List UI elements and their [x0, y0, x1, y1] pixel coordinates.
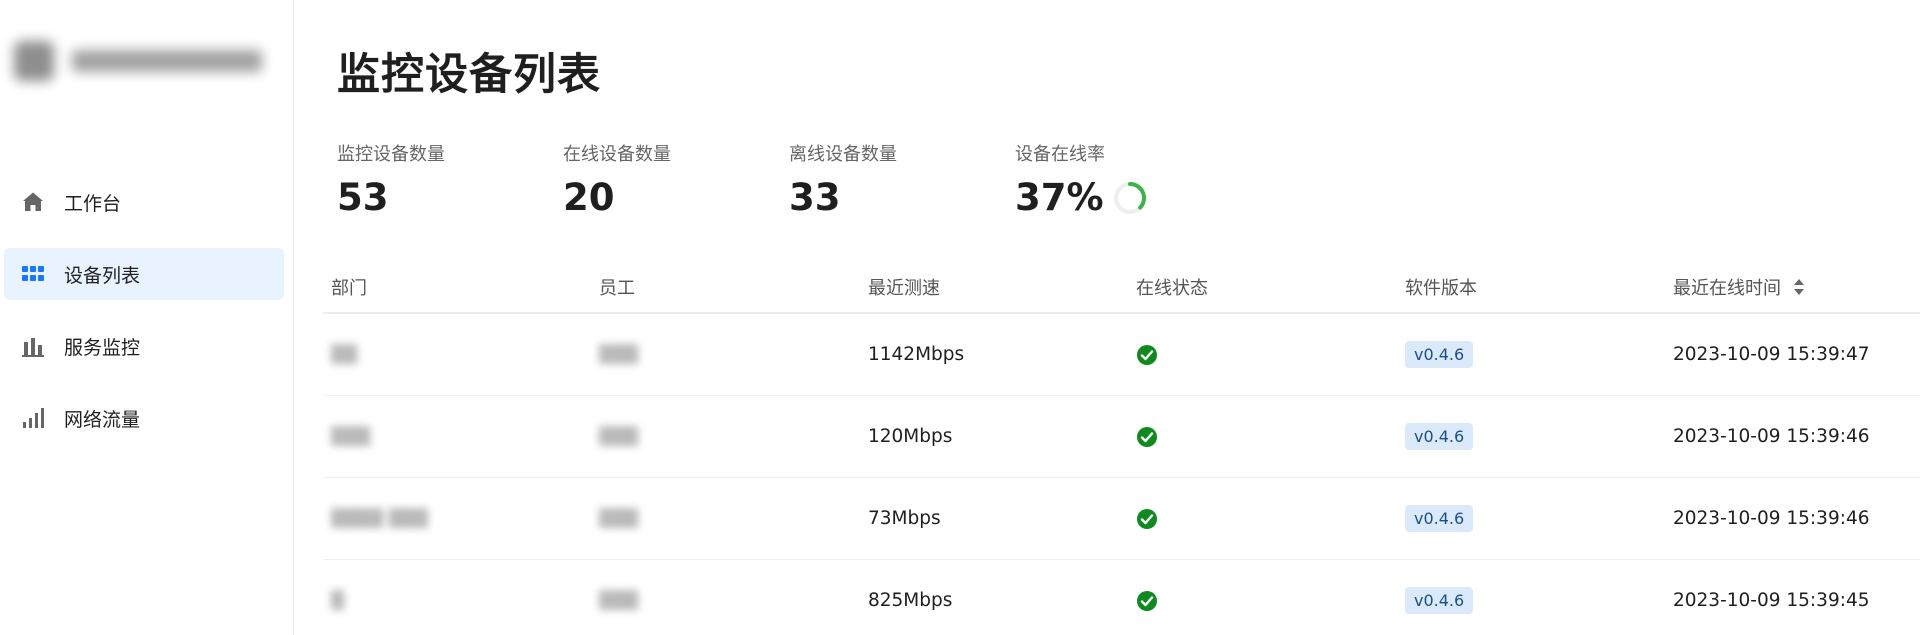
bar-chart-icon	[20, 333, 46, 359]
sidebar-item-workbench[interactable]: 工作台	[4, 176, 284, 228]
stat-value: 37%	[1015, 176, 1241, 219]
employee-cell: ▒▒▒	[599, 508, 639, 529]
grid-icon	[20, 261, 46, 287]
speed-cell: 825Mbps	[868, 590, 953, 611]
stat-offline-devices: 离线设备数量 33	[789, 140, 1015, 219]
column-header-last-online-time[interactable]: 最近在线时间	[1665, 274, 1920, 300]
stats-summary: 监控设备数量 53 在线设备数量 20 离线设备数量 33 设备在线率 37%	[337, 140, 1241, 219]
online-check-icon	[1137, 508, 1157, 529]
stat-number: 33	[789, 176, 841, 219]
online-rate-ring-icon	[1113, 181, 1146, 214]
logo-mark-icon	[14, 41, 54, 81]
main-content: 监控设备列表 监控设备数量 53 在线设备数量 20 离线设备数量 33 设备在…	[295, 0, 1920, 635]
version-cell: v0.4.6	[1397, 587, 1665, 614]
sidebar-item-network-traffic[interactable]: 网络流量	[4, 392, 284, 444]
stat-value: 33	[789, 176, 1015, 219]
employee-cell: ▒▒▒	[599, 590, 639, 611]
sidebar-item-label: 服务监控	[64, 336, 141, 359]
logo-text	[72, 50, 262, 72]
sidebar-item-label: 网络流量	[64, 408, 141, 431]
stat-online-devices: 在线设备数量 20	[563, 140, 789, 219]
column-header-last-speed: 最近测速	[868, 278, 940, 299]
version-cell: v0.4.6	[1397, 505, 1665, 532]
department-cell: ▒	[331, 590, 345, 611]
stat-label: 离线设备数量	[789, 144, 897, 165]
stat-label: 设备在线率	[1015, 144, 1105, 165]
page-title: 监控设备列表	[337, 50, 601, 100]
version-badge: v0.4.6	[1405, 587, 1474, 614]
column-header-online-status: 在线状态	[1136, 278, 1208, 299]
stat-monitored-devices: 监控设备数量 53	[337, 140, 563, 219]
sidebar-item-label: 设备列表	[64, 264, 141, 287]
stat-number: 53	[337, 176, 389, 219]
stat-value: 53	[337, 176, 563, 219]
version-badge: v0.4.6	[1405, 505, 1474, 532]
last-online-cell: 2023-10-09 15:39:46	[1673, 426, 1870, 447]
app-logo[interactable]	[14, 36, 274, 86]
last-online-cell: 2023-10-09 15:39:46	[1673, 508, 1870, 529]
status-cell	[1128, 508, 1397, 530]
version-badge: v0.4.6	[1405, 423, 1474, 450]
sidebar: 工作台 设备列表 服务监控 网络流量	[0, 0, 294, 635]
stat-label: 监控设备数量	[337, 144, 445, 165]
status-cell	[1128, 426, 1397, 448]
table-row[interactable]: ▒▒▒ ▒▒▒ 120Mbps v0.4.6 2023-10-09 15:39:…	[323, 396, 1920, 478]
stat-value: 20	[563, 176, 789, 219]
column-header-department: 部门	[331, 278, 367, 299]
stat-online-rate: 设备在线率 37%	[1015, 140, 1241, 219]
last-online-cell: 2023-10-09 15:39:47	[1673, 344, 1870, 365]
device-table: 部门 员工 最近测速 在线状态 软件版本 最近在线时间 ▒▒ ▒▒▒ 1142M…	[323, 262, 1920, 635]
speed-cell: 1142Mbps	[868, 344, 965, 365]
version-cell: v0.4.6	[1397, 423, 1665, 450]
online-check-icon	[1137, 344, 1157, 365]
online-check-icon	[1137, 426, 1157, 447]
employee-cell: ▒▒▒	[599, 344, 639, 365]
column-header-software-version: 软件版本	[1405, 278, 1477, 299]
table-header: 部门 员工 最近测速 在线状态 软件版本 最近在线时间	[323, 262, 1920, 314]
status-cell	[1128, 344, 1397, 366]
online-check-icon	[1137, 590, 1157, 611]
table-row[interactable]: ▒ ▒▒▒ 825Mbps v0.4.6 2023-10-09 15:39:45	[323, 560, 1920, 635]
speed-cell: 73Mbps	[868, 508, 941, 529]
column-header-employee: 员工	[599, 278, 635, 299]
sidebar-item-service-monitor[interactable]: 服务监控	[4, 320, 284, 372]
column-header-label: 最近在线时间	[1673, 278, 1781, 299]
department-cell: ▒▒▒	[331, 426, 371, 447]
table-row[interactable]: ▒▒▒▒ ▒▒▒ ▒▒▒ 73Mbps v0.4.6 2023-10-09 15…	[323, 478, 1920, 560]
status-cell	[1128, 590, 1397, 612]
sidebar-item-label: 工作台	[64, 192, 122, 215]
sort-icon[interactable]	[1793, 277, 1805, 297]
stat-number: 37%	[1015, 176, 1104, 219]
speed-cell: 120Mbps	[868, 426, 953, 447]
department-cell: ▒▒▒▒ ▒▒▒	[331, 508, 428, 529]
stat-label: 在线设备数量	[563, 144, 671, 165]
home-icon	[20, 189, 46, 215]
version-badge: v0.4.6	[1405, 341, 1474, 368]
table-row[interactable]: ▒▒ ▒▒▒ 1142Mbps v0.4.6 2023-10-09 15:39:…	[323, 314, 1920, 396]
stat-number: 20	[563, 176, 615, 219]
signal-icon	[20, 405, 46, 431]
version-cell: v0.4.6	[1397, 341, 1665, 368]
employee-cell: ▒▒▒	[599, 426, 639, 447]
sidebar-nav: 工作台 设备列表 服务监控 网络流量	[0, 176, 294, 464]
sidebar-item-device-list[interactable]: 设备列表	[4, 248, 284, 300]
last-online-cell: 2023-10-09 15:39:45	[1673, 590, 1870, 611]
department-cell: ▒▒	[331, 344, 358, 365]
